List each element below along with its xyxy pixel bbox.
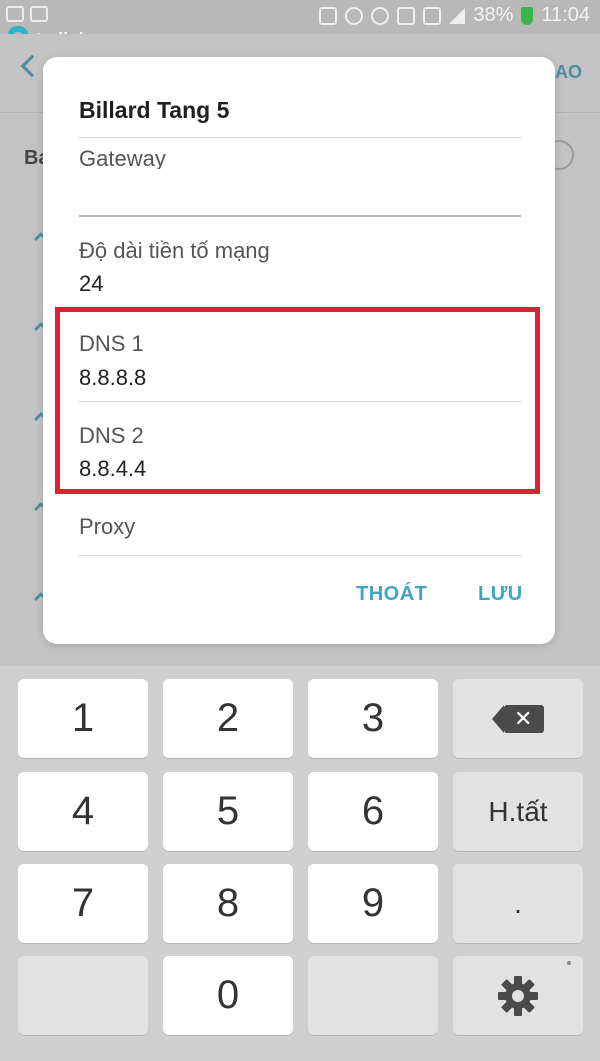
message-icon xyxy=(6,6,24,22)
signal-icon xyxy=(449,7,466,24)
key-8[interactable]: 8 xyxy=(163,864,293,943)
blank-key xyxy=(18,956,148,1035)
background-action: AO xyxy=(555,62,582,82)
gear-icon xyxy=(498,975,538,1016)
gateway-underline xyxy=(79,215,521,217)
title-divider xyxy=(79,137,521,138)
proxy-divider xyxy=(79,555,521,556)
key-3[interactable]: 3 xyxy=(308,679,438,758)
key-5[interactable]: 5 xyxy=(163,772,293,851)
notification-icons xyxy=(6,6,48,22)
numeric-keyboard: 1 2 3 ✕ 4 5 6 H.tất 7 8 9 . 0 xyxy=(0,666,600,1061)
save-button[interactable]: LƯU xyxy=(478,583,523,606)
key-9[interactable]: 9 xyxy=(308,864,438,943)
key-4[interactable]: 4 xyxy=(18,772,148,851)
key-2[interactable]: 2 xyxy=(163,679,293,758)
cancel-button[interactable]: THOÁT xyxy=(356,583,427,606)
gateway-input[interactable] xyxy=(63,169,369,211)
backspace-icon: ✕ xyxy=(492,704,544,733)
prefix-length-input[interactable]: 24 xyxy=(79,271,103,297)
blank-key xyxy=(308,956,438,1035)
chat-icon xyxy=(30,6,48,22)
prefix-length-label: Độ dài tiền tố mạng xyxy=(79,238,270,263)
clock: 11:04 xyxy=(541,4,590,26)
dialog-title: Billard Tang 5 xyxy=(79,97,230,123)
alarm-icon xyxy=(345,6,364,25)
backspace-key[interactable]: ✕ xyxy=(453,679,583,758)
back-arrow-icon xyxy=(20,54,44,78)
status-icons: 38% 11:04 xyxy=(319,4,590,27)
status-bar: 38% 11:04 xyxy=(0,0,600,34)
done-key[interactable]: H.tất xyxy=(453,772,583,851)
settings-key[interactable] xyxy=(453,956,583,1035)
dns-highlight-box xyxy=(55,307,540,494)
key-7[interactable]: 7 xyxy=(18,864,148,943)
nfc-icon xyxy=(397,6,416,25)
proxy-label[interactable]: Proxy xyxy=(79,514,135,540)
wifi-icon xyxy=(371,6,390,25)
keyboard-indicator-dot xyxy=(567,961,571,965)
battery-percent: 38% xyxy=(473,4,514,26)
key-6[interactable]: 6 xyxy=(308,772,438,851)
key-0[interactable]: 0 xyxy=(163,956,293,1035)
dot-key[interactable]: . xyxy=(453,864,583,943)
key-1[interactable]: 1 xyxy=(18,679,148,758)
no-signal-icon xyxy=(423,6,442,25)
mute-icon xyxy=(319,6,338,25)
battery-icon xyxy=(521,6,534,25)
